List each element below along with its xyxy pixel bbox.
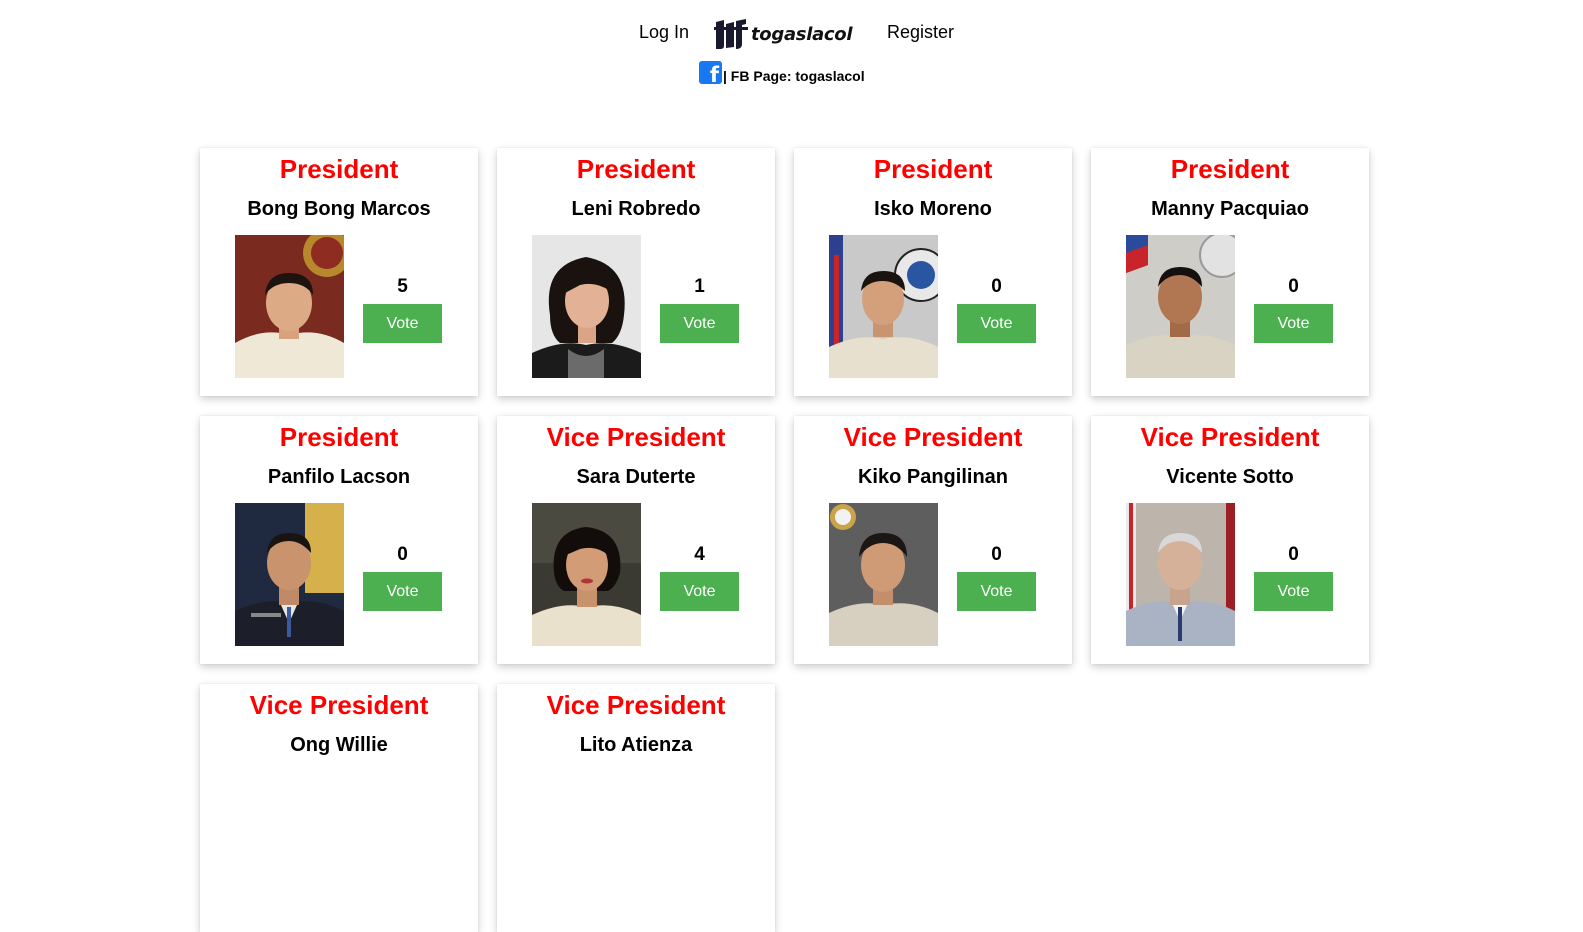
candidate-position: President — [279, 422, 399, 452]
candidate-name: Manny Pacquiao — [1151, 198, 1309, 220]
facebook-page-label: | FB Page: togaslacol — [723, 67, 865, 84]
register-link[interactable]: Register — [887, 22, 954, 43]
candidate-photo — [829, 235, 938, 378]
vote-count: 0 — [991, 276, 1002, 297]
candidate-position: Vice President — [546, 690, 726, 720]
vote-button[interactable]: Vote — [660, 572, 739, 611]
vote-count: 0 — [991, 544, 1002, 565]
facebook-page-link[interactable]: f | FB Page: togaslacol — [699, 60, 865, 85]
candidate-card: President Leni Robredo 1 Vote — [497, 148, 775, 396]
vote-button[interactable]: Vote — [363, 304, 442, 343]
brand-text: togaslacol — [751, 23, 853, 45]
candidate-position: President — [279, 154, 399, 184]
vote-count: 5 — [397, 276, 408, 297]
candidate-card: Vice President Lito Atienza — [497, 684, 775, 932]
candidate-card: Vice President Vicente Sotto 0 Vote — [1091, 416, 1369, 664]
candidate-card: Vice President Kiko Pangilinan 0 Vote — [794, 416, 1072, 664]
candidate-name: Vicente Sotto — [1166, 466, 1294, 488]
candidate-photo — [532, 503, 641, 646]
candidate-card: President Manny Pacquiao 0 Vote — [1091, 148, 1369, 396]
candidate-card: President Isko Moreno 0 Vote — [794, 148, 1072, 396]
candidate-card: President Panfilo Lacson 0 Vote — [200, 416, 478, 664]
candidate-photo — [235, 235, 344, 378]
site-header: Log In togaslacol Register f | FB Page: … — [0, 0, 1583, 110]
candidate-position: Vice President — [546, 422, 726, 452]
candidate-name: Ong Willie — [290, 734, 388, 756]
candidate-name: Leni Robredo — [571, 198, 701, 220]
candidate-photo — [1126, 503, 1235, 646]
candidate-name: Lito Atienza — [579, 734, 693, 756]
vote-button[interactable]: Vote — [1254, 572, 1333, 611]
candidate-photo — [829, 503, 938, 646]
vote-button[interactable]: Vote — [1254, 304, 1333, 343]
candidate-name: Bong Bong Marcos — [247, 198, 431, 220]
candidate-photo — [235, 503, 344, 646]
vote-count: 0 — [1288, 544, 1299, 565]
candidate-name: Kiko Pangilinan — [857, 466, 1009, 488]
candidate-name: Panfilo Lacson — [267, 466, 411, 488]
vote-count: 0 — [397, 544, 408, 565]
candidate-position: Vice President — [843, 422, 1023, 452]
candidate-position: President — [873, 154, 993, 184]
login-link[interactable]: Log In — [639, 22, 689, 43]
candidate-name: Isko Moreno — [874, 198, 992, 220]
facebook-icon: f — [699, 60, 722, 85]
vote-button[interactable]: Vote — [957, 572, 1036, 611]
brand-logo[interactable]: togaslacol — [714, 18, 853, 50]
logo-mark-icon — [714, 19, 748, 49]
candidate-card: Vice President Ong Willie — [200, 684, 478, 932]
candidate-photo — [1126, 235, 1235, 378]
candidate-photo — [532, 235, 641, 378]
candidate-name: Sara Duterte — [576, 466, 696, 488]
candidate-position: Vice President — [249, 690, 429, 720]
vote-count: 0 — [1288, 276, 1299, 297]
vote-button[interactable]: Vote — [957, 304, 1036, 343]
candidate-position: President — [1170, 154, 1290, 184]
vote-button[interactable]: Vote — [363, 572, 442, 611]
candidate-card: President Bong Bong Marcos 5 Vote — [200, 148, 478, 396]
vote-count: 1 — [694, 276, 705, 297]
candidate-position: President — [576, 154, 696, 184]
vote-button[interactable]: Vote — [660, 304, 739, 343]
candidate-card: Vice President Sara Duterte 4 Vote — [497, 416, 775, 664]
candidate-position: Vice President — [1140, 422, 1320, 452]
top-nav: Log In togaslacol Register — [0, 16, 1583, 52]
vote-count: 4 — [694, 544, 705, 565]
